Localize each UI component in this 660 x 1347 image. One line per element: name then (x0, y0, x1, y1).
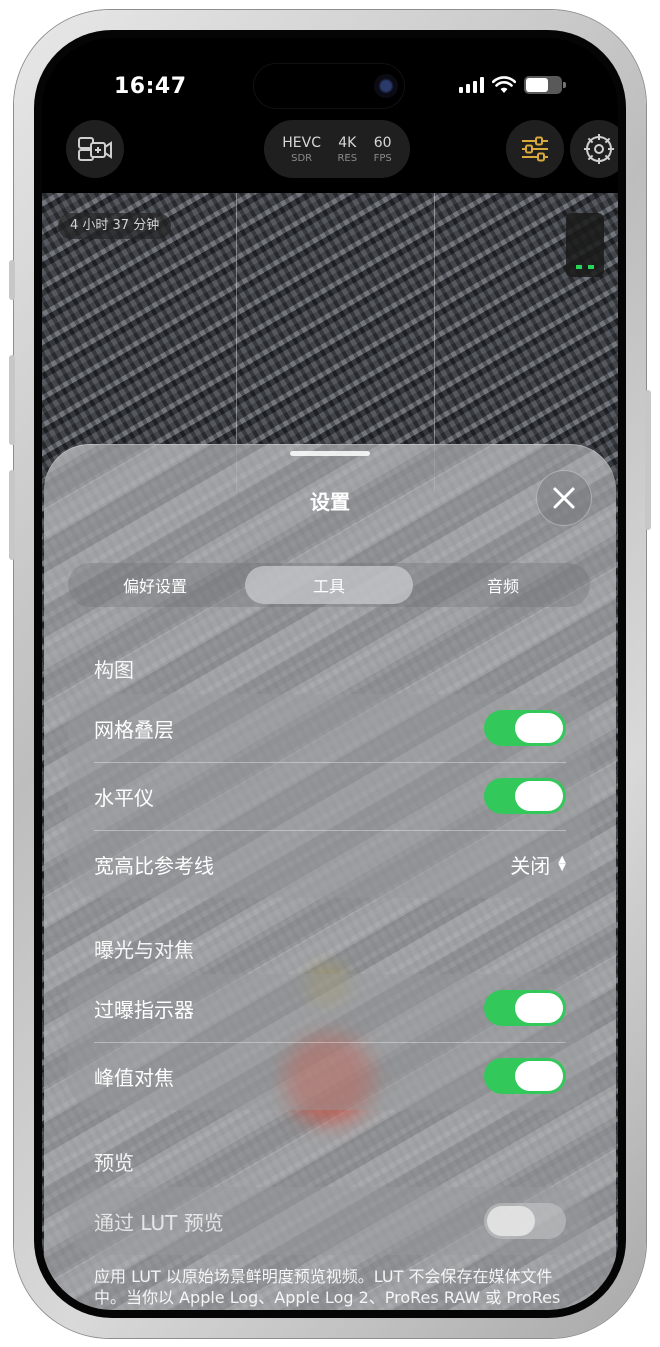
camera-switch-button[interactable] (66, 120, 124, 178)
chevron-up-down-icon: ▲ ▼ (558, 854, 566, 873)
settings-tabs: 偏好设置 工具 音频 (68, 563, 590, 607)
section-title-composition: 构图 (94, 658, 134, 682)
codec-value: HEVC (282, 134, 321, 151)
volume-down-button (9, 470, 15, 560)
action-button (9, 260, 15, 300)
row-label: 网格叠层 (94, 717, 174, 742)
format-indicator[interactable]: HEVC SDR 4K RES 60 FPS (264, 120, 410, 178)
sliders-icon (522, 136, 548, 162)
multicam-icon (78, 137, 112, 161)
section-title-preview: 预览 (94, 1151, 134, 1175)
remaining-record-time: 4 小时 37 分钟 (58, 213, 172, 239)
sheet-grabber[interactable] (290, 451, 370, 456)
tab-tools[interactable]: 工具 (245, 566, 413, 604)
settings-sheet: 设置 偏好设置 工具 音频 构图 网格叠层 水平仪 宽高比参考线 关闭 ▲ ▼ … (44, 444, 616, 1310)
level-row: 水平仪 (68, 762, 590, 830)
grid-overlay-row: 网格叠层 (68, 694, 590, 762)
aspect-guide-row[interactable]: 宽高比参考线 关闭 ▲ ▼ (68, 830, 590, 898)
zebra-toggle[interactable] (484, 990, 566, 1026)
lut-footnote: 应用 LUT 以原始场景鲜明度预览视频。LUT 不会保存在媒体文件中。当你以 A… (94, 1267, 561, 1310)
power-button (645, 390, 651, 530)
zebra-row: 过曝指示器 (68, 974, 590, 1042)
grid-overlay-toggle[interactable] (484, 710, 566, 746)
row-label: 宽高比参考线 (94, 853, 214, 878)
aspect-guide-value: 关闭 (510, 853, 551, 878)
row-label: 峰值对焦 (94, 1065, 174, 1090)
codec-sub: SDR (291, 152, 313, 164)
lut-preview-toggle[interactable] (484, 1203, 566, 1239)
composition-group: 网格叠层 水平仪 宽高比参考线 关闭 ▲ ▼ (68, 694, 590, 898)
resolution-indicator: 4K RES (337, 135, 357, 164)
battery-icon (524, 76, 566, 94)
close-button[interactable] (536, 470, 592, 526)
status-icons (459, 76, 566, 94)
section-title-exposure: 曝光与对焦 (94, 938, 194, 962)
row-label: 水平仪 (94, 785, 154, 810)
tab-audio[interactable]: 音频 (419, 566, 587, 604)
controls-button[interactable] (506, 120, 564, 178)
codec-indicator: HEVC SDR (282, 135, 321, 164)
bezel: 16:47 HEVC SDR 4K RES 60 FPS 4 小时 37 分钟 … (34, 30, 626, 1318)
level-toggle[interactable] (484, 778, 566, 814)
audio-level-meter (566, 213, 604, 277)
exposure-group: 过曝指示器 峰值对焦 (68, 974, 590, 1110)
framerate-sub: FPS (373, 152, 392, 164)
volume-up-button (9, 355, 15, 445)
sheet-title: 设置 (310, 490, 350, 514)
preview-group: 通过 LUT 预览 (68, 1187, 590, 1255)
wifi-icon (492, 76, 516, 93)
aspect-guide-menu[interactable]: 关闭 ▲ ▼ (510, 850, 566, 879)
status-time: 16:47 (114, 74, 187, 99)
framerate-value: 60 (373, 134, 392, 151)
focus-peaking-row: 峰值对焦 (68, 1042, 590, 1110)
front-camera (374, 74, 398, 98)
gear-icon (584, 134, 614, 164)
row-label: 过曝指示器 (94, 997, 194, 1022)
phone-frame: 16:47 HEVC SDR 4K RES 60 FPS 4 小时 37 分钟 … (9, 10, 651, 1338)
resolution-sub: RES (337, 152, 358, 164)
tab-preferences[interactable]: 偏好设置 (71, 566, 239, 604)
row-label: 通过 LUT 预览 (94, 1210, 224, 1235)
resolution-value: 4K (338, 134, 357, 151)
lut-preview-row: 通过 LUT 预览 (68, 1187, 590, 1255)
framerate-indicator: 60 FPS (374, 135, 392, 164)
close-icon (553, 487, 575, 509)
focus-peaking-toggle[interactable] (484, 1058, 566, 1094)
screen: 16:47 HEVC SDR 4K RES 60 FPS 4 小时 37 分钟 … (42, 38, 618, 1310)
settings-button[interactable] (570, 120, 618, 178)
cellular-signal-icon (459, 77, 484, 93)
